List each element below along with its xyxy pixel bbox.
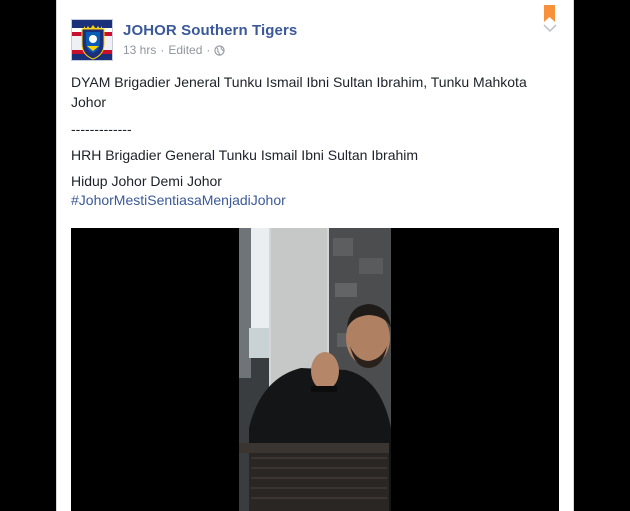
globe-icon[interactable]	[214, 44, 226, 56]
page-name-link[interactable]: JOHOR Southern Tigers	[123, 22, 297, 39]
meta-separator-2: ·	[206, 43, 211, 57]
chevron-down-icon[interactable]	[543, 24, 557, 32]
post-timestamp[interactable]: 13 hrs	[123, 43, 156, 57]
video-player[interactable]	[71, 228, 559, 511]
post-text-line-4: Hidup Johor Demi Johor	[71, 173, 222, 189]
meta-separator: ·	[160, 43, 165, 57]
post-text-line-1: DYAM Brigadier Jeneral Tunku Ismail Ibni…	[71, 74, 527, 110]
hashtag-link[interactable]: #JohorMestiSentiasaMenjadiJohor	[71, 190, 286, 210]
post-meta: 13 hrs · Edited ·	[123, 43, 226, 57]
video-frame	[71, 228, 559, 511]
edited-label[interactable]: Edited	[168, 43, 202, 57]
jdt-crest-logo	[72, 20, 112, 60]
post-card: JOHOR Southern Tigers 13 hrs · Edited · …	[56, 0, 574, 511]
page-avatar[interactable]	[71, 19, 113, 61]
bookmark-icon[interactable]	[544, 5, 555, 22]
post-text-divider: -------------	[71, 121, 132, 137]
post-text-line-3: HRH Brigadier General Tunku Ismail Ibni …	[71, 147, 419, 163]
